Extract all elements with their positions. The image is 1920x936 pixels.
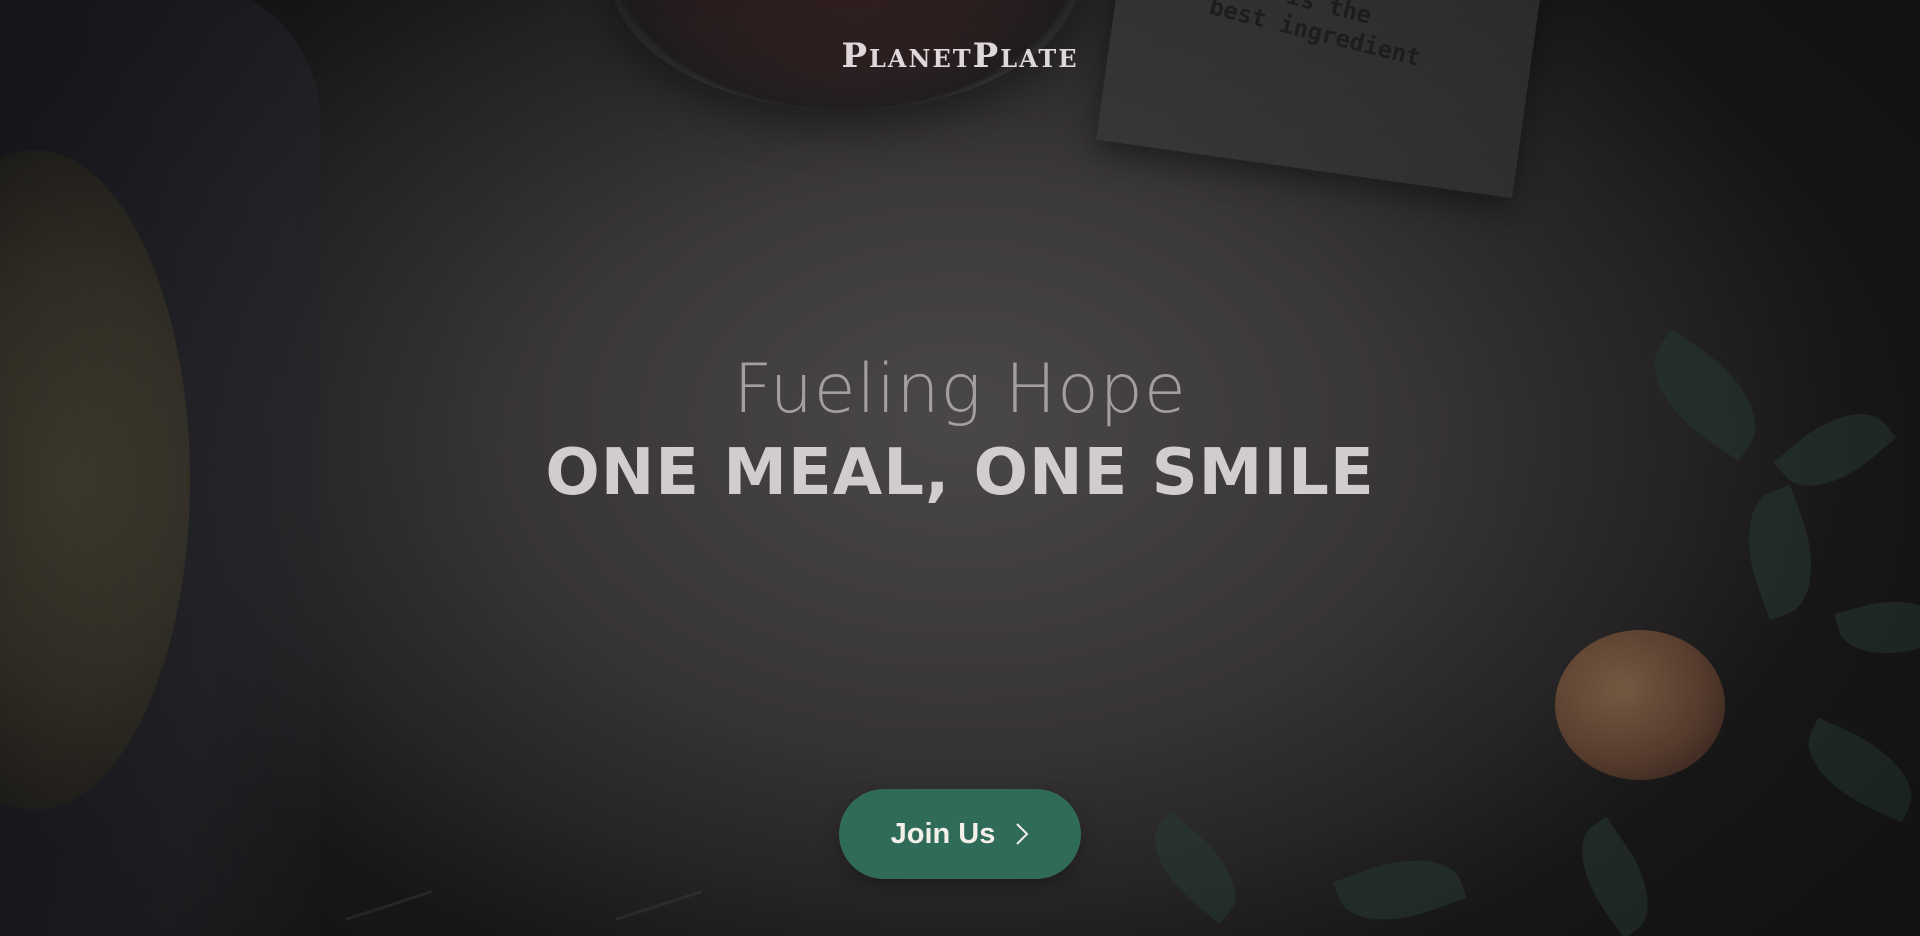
background-fork	[615, 890, 715, 936]
hero-section: ...e is the best ingredient PlanetPlate …	[0, 0, 1920, 936]
background-leaf	[1792, 717, 1920, 823]
hero-headline: ONE MEAL, ONE SMILE	[545, 436, 1375, 510]
background-leaf	[1135, 811, 1255, 924]
background-leaf	[1333, 841, 1467, 936]
join-us-label: Join Us	[890, 817, 996, 850]
background-leaf	[1560, 816, 1670, 936]
brand-logo[interactable]: PlanetPlate	[0, 36, 1920, 76]
background-leaf	[1834, 587, 1920, 668]
chevron-right-icon	[1015, 822, 1029, 846]
hero-tagline: Fueling Hope	[733, 350, 1187, 429]
background-fork	[345, 890, 445, 936]
join-us-button[interactable]: Join Us	[839, 789, 1081, 879]
background-apple	[1555, 630, 1725, 780]
background-note-card: ...e is the best ingredient	[1096, 0, 1544, 199]
